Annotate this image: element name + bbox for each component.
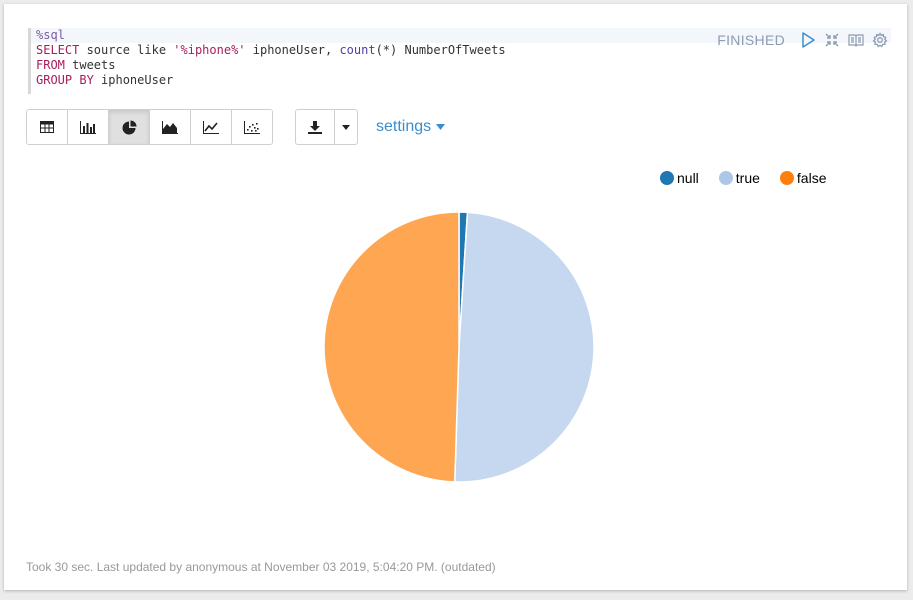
pie-slice-false[interactable] bbox=[323, 211, 460, 483]
bar-chart-icon bbox=[80, 120, 96, 134]
chart-legend: null true false bbox=[660, 170, 827, 186]
code-line: FROM tweets bbox=[36, 58, 116, 72]
download-icon bbox=[308, 120, 322, 134]
gear-icon[interactable] bbox=[871, 31, 889, 49]
chart-type-group bbox=[26, 109, 273, 145]
status-label: FINISHED bbox=[717, 32, 785, 48]
caret-down-icon bbox=[436, 124, 446, 130]
scatter-chart-button[interactable] bbox=[232, 110, 272, 144]
bar-chart-button[interactable] bbox=[68, 110, 109, 144]
settings-dropdown[interactable]: settings bbox=[376, 118, 446, 136]
run-icon[interactable] bbox=[799, 31, 817, 49]
book-icon[interactable] bbox=[847, 31, 865, 49]
line-chart-icon bbox=[203, 120, 219, 134]
legend-label: null bbox=[677, 170, 699, 186]
line-chart-button[interactable] bbox=[191, 110, 232, 144]
download-dropdown-button[interactable] bbox=[335, 110, 357, 144]
legend-swatch bbox=[660, 171, 674, 185]
notebook-paragraph: %sql SELECT source like '%iphone%' iphone… bbox=[4, 4, 907, 590]
table-icon bbox=[40, 121, 54, 133]
legend-item-null[interactable]: null bbox=[660, 170, 699, 186]
pie-chart bbox=[323, 211, 595, 483]
legend-swatch bbox=[779, 171, 794, 185]
code-line: GROUP BY iphoneUser bbox=[36, 73, 174, 87]
legend-item-true[interactable]: true bbox=[718, 170, 760, 186]
collapse-icon[interactable] bbox=[823, 31, 841, 49]
visualization-toolbar: settings bbox=[26, 109, 446, 145]
download-button[interactable] bbox=[296, 110, 335, 144]
legend-swatch bbox=[718, 171, 733, 185]
pie-slice-true[interactable] bbox=[453, 211, 595, 483]
pie-chart-icon bbox=[122, 120, 136, 134]
settings-label: settings bbox=[376, 118, 432, 135]
legend-label: false bbox=[796, 170, 827, 186]
caret-down-icon bbox=[342, 124, 350, 130]
paragraph-footer: Took 30 sec. Last updated by anonymous a… bbox=[26, 560, 496, 574]
pie-chart-button[interactable] bbox=[109, 110, 150, 144]
legend-item-false[interactable]: false bbox=[779, 170, 827, 186]
paragraph-controls: FINISHED bbox=[717, 30, 889, 50]
table-view-button[interactable] bbox=[27, 110, 68, 144]
area-chart-icon bbox=[162, 120, 178, 134]
area-chart-button[interactable] bbox=[150, 110, 191, 144]
legend-label: true bbox=[735, 170, 760, 186]
download-group bbox=[295, 109, 358, 145]
scatter-chart-icon bbox=[244, 120, 260, 134]
